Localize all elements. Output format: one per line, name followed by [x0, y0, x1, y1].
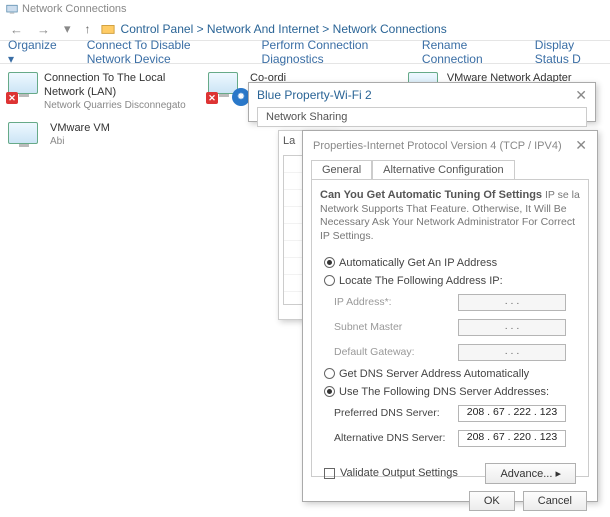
radio-auto-dns[interactable]: Get DNS Server Address Automatically — [324, 368, 576, 380]
radio-icon — [324, 257, 335, 268]
nav-bar: ← → ▾ ↑ Control Panel > Network And Inte… — [0, 18, 610, 40]
connection-status: Abi — [50, 136, 110, 149]
dialog-title: Blue Property-Wi-Fi 2 — [257, 88, 372, 102]
radio-icon — [324, 386, 335, 397]
breadcrumb[interactable]: Control Panel > Network And Internet > N… — [121, 22, 447, 36]
advance-button[interactable]: Advance... ▸ — [485, 463, 576, 484]
adapter-icon — [8, 122, 44, 152]
window-title: Network Connections — [22, 3, 127, 15]
input-pref-dns[interactable]: 208 . 67 . 222 . 123 — [458, 405, 566, 422]
connect-action[interactable]: Connect To Disable Network Device — [87, 38, 232, 66]
label-ip-address: IP Address*: — [334, 296, 458, 308]
wifi-property-dialog: Blue Property-Wi-Fi 2 ✕ Network Sharing — [248, 82, 596, 122]
connection-status: Network Quarries Disconnegato — [44, 100, 198, 113]
forward-button[interactable]: → — [33, 20, 54, 39]
adapter-icon: ✕ — [8, 72, 38, 102]
label-pref-dns: Preferred DNS Server: — [334, 407, 458, 419]
tab-general[interactable]: General — [311, 160, 372, 179]
ipv4-body: Can You Get Automatic Tuning Of Settings… — [311, 179, 589, 477]
label-subnet: Subnet Master — [334, 321, 458, 333]
ipv4-properties-dialog: Properties-Internet Protocol Version 4 (… — [302, 130, 598, 502]
ipv4-description: Can You Get Automatic Tuning Of Settings… — [320, 188, 580, 244]
back-button[interactable]: ← — [6, 20, 27, 39]
label-validate: Validate Output Settings — [340, 467, 458, 479]
dialog-title: Properties-Internet Protocol Version 4 (… — [313, 140, 562, 152]
connection-name: VMware VM — [50, 122, 110, 136]
tab-alternative[interactable]: Alternative Configuration — [372, 160, 514, 179]
input-alt-dns[interactable]: 208 . 67 . 220 . 123 — [458, 430, 566, 447]
cancel-button[interactable]: Cancel — [523, 491, 587, 511]
adapter-icon: ✕⁕ — [208, 72, 244, 102]
folder-icon — [101, 22, 115, 36]
close-icon[interactable]: ✕ — [575, 137, 587, 154]
ok-button[interactable]: OK — [469, 491, 515, 511]
label-alt-dns: Alternative DNS Server: — [334, 432, 458, 444]
rename-action[interactable]: Rename Connection — [422, 38, 505, 66]
label-gateway: Default Gateway: — [334, 346, 458, 358]
connection-item[interactable]: ✕ Connection To The Local Network (LAN)N… — [8, 72, 198, 112]
input-subnet[interactable]: . . . — [458, 319, 566, 336]
checkbox-validate[interactable] — [324, 468, 335, 479]
tab-network-sharing[interactable]: Network Sharing — [257, 107, 587, 127]
status-action[interactable]: Display Status D — [535, 38, 602, 66]
toolbar: Organize ▾ Connect To Disable Network De… — [0, 40, 610, 64]
radio-icon — [324, 368, 335, 379]
close-icon[interactable]: ✕ — [575, 87, 587, 104]
connection-name: Connection To The Local Network (LAN) — [44, 72, 198, 100]
diagnostics-action[interactable]: Perform Connection Diagnostics — [262, 38, 392, 66]
network-icon — [6, 3, 18, 15]
organize-menu[interactable]: Organize ▾ — [8, 38, 57, 66]
input-ip-address[interactable]: . . . — [458, 294, 566, 311]
input-gateway[interactable]: . . . — [458, 344, 566, 361]
up-button[interactable]: ↑ — [81, 20, 95, 38]
window-titlebar: Network Connections — [0, 0, 610, 18]
radio-locate-ip[interactable]: Locate The Following Address IP: — [324, 275, 576, 287]
dropdown-arrow[interactable]: ▾ — [60, 19, 75, 39]
radio-icon — [324, 275, 335, 286]
radio-use-dns[interactable]: Use The Following DNS Server Addresses: — [324, 386, 576, 398]
connection-item[interactable]: VMware VMAbi — [8, 122, 198, 152]
radio-auto-ip[interactable]: Automatically Get An IP Address — [324, 257, 576, 269]
